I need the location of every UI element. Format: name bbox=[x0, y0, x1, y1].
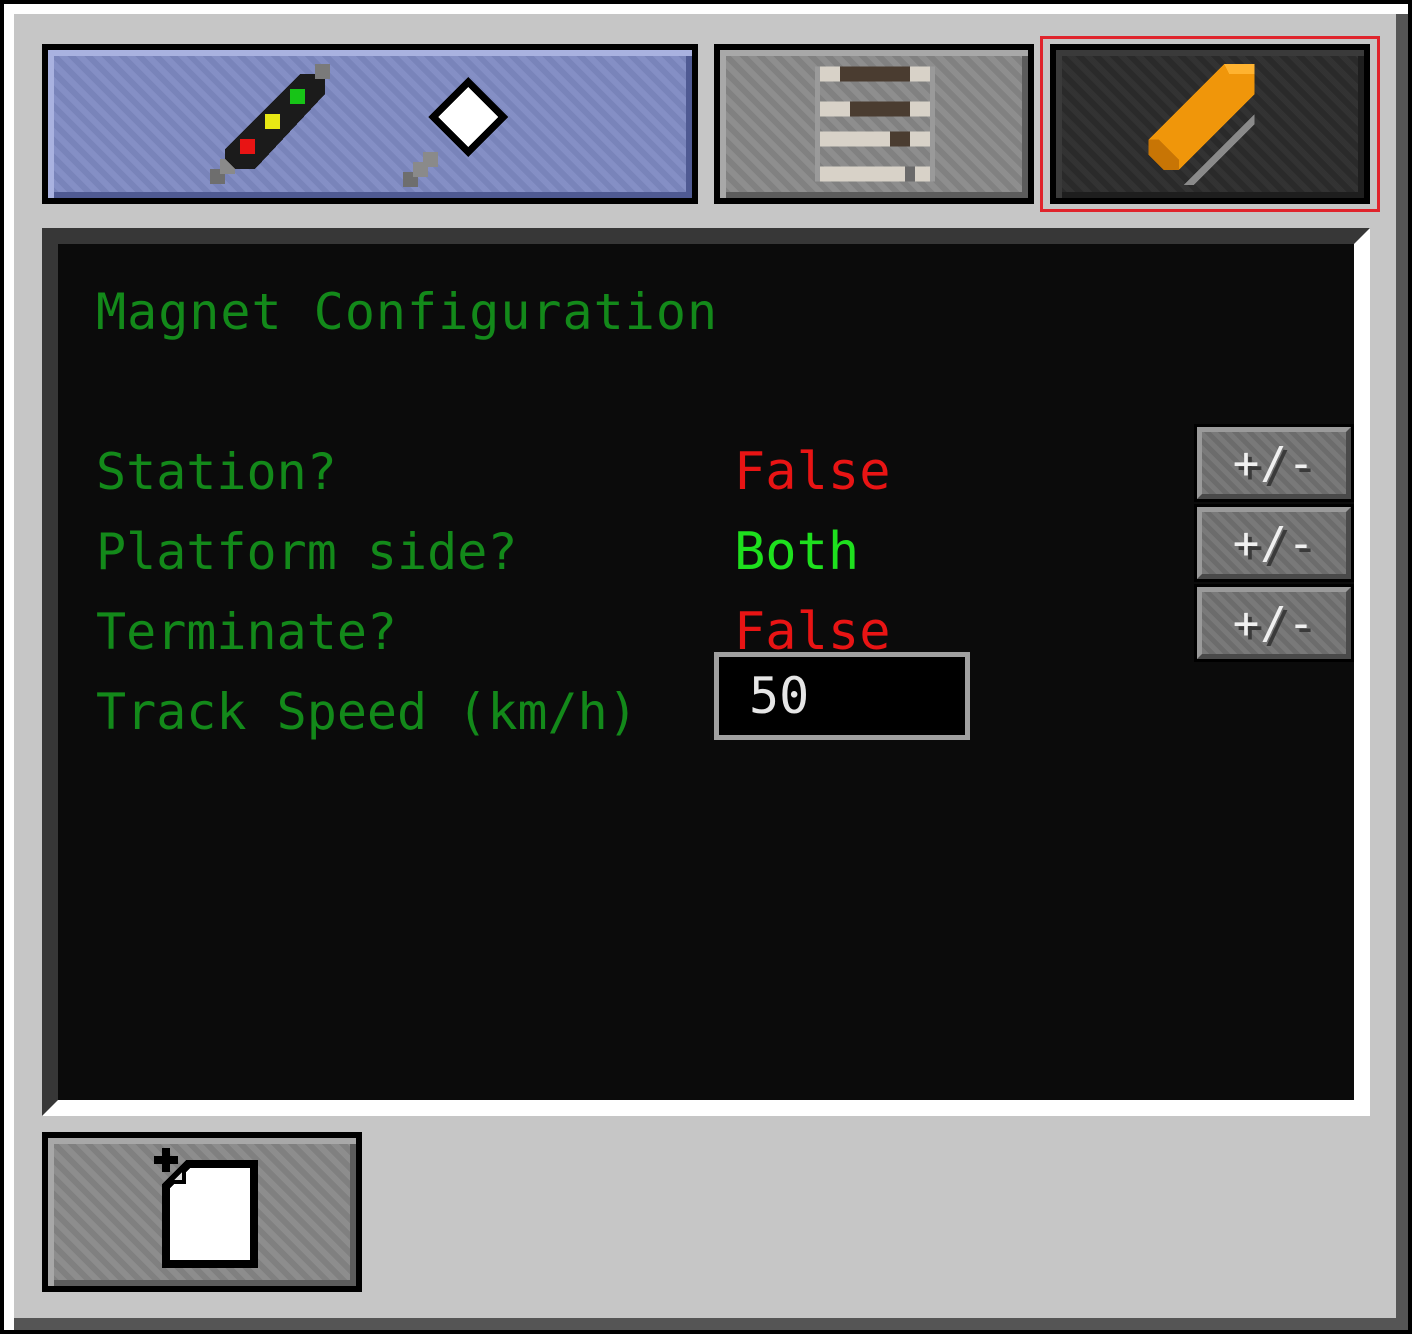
panel-title: Magnet Configuration bbox=[96, 283, 719, 341]
tab-signals[interactable] bbox=[42, 44, 698, 204]
platform-side-value: Both bbox=[734, 522, 860, 582]
track-speed-input[interactable] bbox=[719, 657, 965, 735]
terminate-label: Terminate? bbox=[96, 603, 398, 661]
platform-side-toggle-button[interactable]: +/- bbox=[1194, 504, 1354, 582]
tab-signals-face bbox=[48, 50, 692, 198]
station-toggle-button[interactable]: +/- bbox=[1194, 424, 1354, 502]
platform-side-toggle-label: +/- bbox=[1197, 507, 1351, 579]
signal-icon bbox=[210, 64, 330, 184]
station-value: False bbox=[734, 442, 891, 502]
new-document-icon bbox=[154, 1148, 258, 1268]
station-toggle-label: +/- bbox=[1197, 427, 1351, 499]
magnet-icon bbox=[1148, 64, 1255, 185]
track-icon bbox=[815, 66, 935, 182]
station-label: Station? bbox=[96, 443, 337, 501]
sign-icon bbox=[403, 77, 508, 187]
terminate-toggle-button[interactable]: +/- bbox=[1194, 584, 1354, 662]
track-speed-label: Track Speed (km/h) bbox=[96, 683, 638, 741]
config-panel: Magnet Configuration Station? False +/- … bbox=[42, 228, 1370, 1116]
terminate-toggle-label: +/- bbox=[1197, 587, 1351, 659]
platform-side-label: Platform side? bbox=[96, 523, 518, 581]
track-speed-field bbox=[714, 652, 970, 740]
